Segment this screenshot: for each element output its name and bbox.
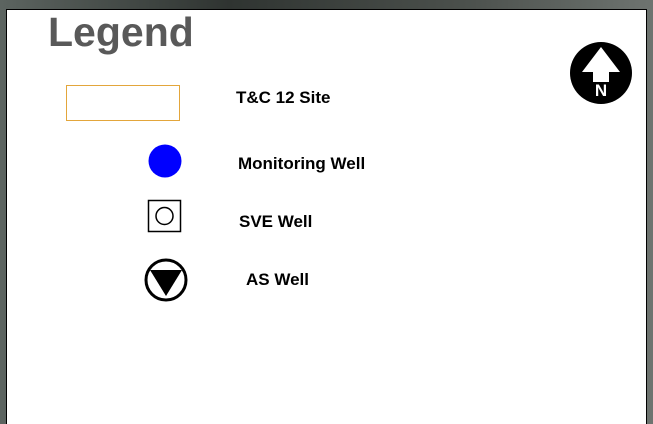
map-legend-page: Legend N T&C 12 Site Monitoring Well SVE… bbox=[0, 0, 653, 424]
legend-label-site: T&C 12 Site bbox=[236, 88, 331, 107]
as-well-icon bbox=[144, 258, 188, 302]
legend-label-monitoring-well: Monitoring Well bbox=[238, 154, 366, 173]
site-boundary-symbol bbox=[66, 85, 180, 121]
legend-label-sve-well: SVE Well bbox=[239, 212, 313, 231]
legend-label-as-well: AS Well bbox=[246, 270, 309, 289]
north-arrow-icon: N bbox=[570, 42, 632, 104]
sve-well-icon bbox=[147, 199, 182, 233]
legend-title: Legend bbox=[48, 9, 194, 55]
monitoring-well-icon bbox=[148, 144, 182, 178]
north-arrow-letter: N bbox=[595, 81, 607, 100]
legend-panel bbox=[6, 9, 647, 424]
